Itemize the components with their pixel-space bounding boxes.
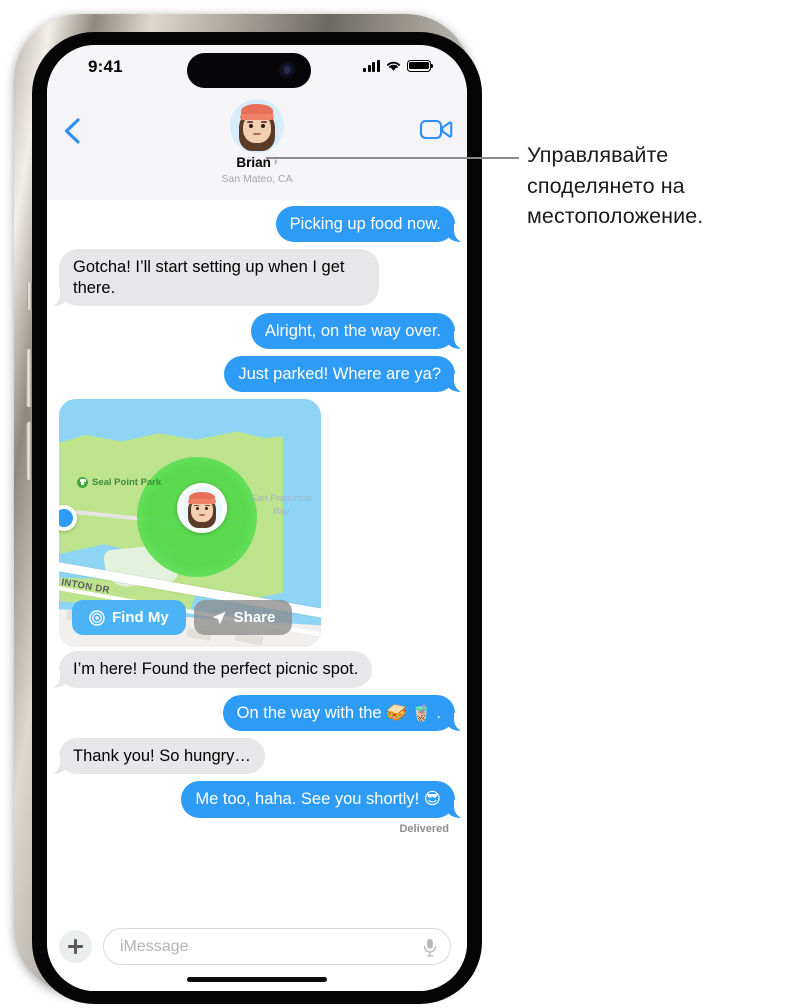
map-action-buttons: Find My Share (72, 600, 293, 636)
front-camera-icon (279, 62, 295, 78)
delivery-status: Delivered (399, 822, 449, 835)
message-text: Just parked! Where are ya? (238, 365, 441, 384)
message-text: Alright, on the way over. (264, 321, 441, 340)
message-row: Picking up food now. (47, 206, 467, 243)
message-thread[interactable]: Picking up food now. Gotcha! I’ll start … (47, 200, 467, 920)
back-chevron-icon (64, 118, 80, 144)
park-label-text: Seal Point Park (92, 477, 162, 489)
callout-leader-line (266, 157, 519, 159)
memoji-illustration (230, 99, 284, 153)
memoji-illustration (181, 487, 223, 529)
message-bubble-incoming[interactable]: I’m here! Found the perfect picnic spot. (49, 651, 373, 688)
message-bubble-outgoing[interactable]: On the way with the 🥪 🧋 . (222, 694, 465, 732)
phone-screen: 9:41 Brian › San Mateo, CA Picking up fo… (47, 45, 467, 991)
facetime-button[interactable] (419, 115, 453, 145)
message-input-bar: iMessage (47, 920, 467, 991)
contact-subtitle: San Mateo, CA (221, 173, 293, 185)
message-row-map: INTON DR Seal Point Park San Francisco B… (47, 399, 467, 648)
home-indicator[interactable] (187, 977, 327, 982)
message-text: Gotcha! I’ll start setting up when I get… (73, 258, 345, 297)
park-label: Seal Point Park (77, 477, 162, 489)
message-text: Picking up food now. (289, 215, 441, 233)
shared-location-map-card[interactable]: INTON DR Seal Point Park San Francisco B… (59, 399, 321, 648)
message-row: Me too, haha. See you shortly! 😎 (47, 781, 467, 818)
bay-label: San Francisco Bay (250, 493, 312, 518)
find-my-label: Find My (112, 609, 169, 627)
message-bubble-outgoing[interactable]: Picking up food now. (275, 206, 465, 243)
back-button[interactable] (55, 113, 91, 149)
plus-attachment-button[interactable] (59, 930, 92, 963)
imessage-placeholder: iMessage (120, 938, 189, 955)
message-row: Thank you! So hungry… (47, 737, 467, 775)
message-row: Gotcha! I’ll start setting up when I get… (47, 249, 467, 306)
message-text: Me too, haha. See you shortly! 😎 (195, 790, 441, 809)
message-row: Just parked! Where are ya? (47, 356, 467, 393)
battery-icon (407, 59, 434, 72)
share-button[interactable]: Share (193, 600, 293, 636)
shared-location-avatar-pin[interactable] (177, 483, 227, 534)
share-arrow-icon (212, 611, 226, 625)
status-bar: 9:41 (47, 45, 467, 95)
message-bubble-outgoing[interactable]: Alright, on the way over. (250, 312, 465, 350)
imessage-input[interactable]: iMessage (103, 928, 451, 965)
phone-frame: 9:41 Brian › San Mateo, CA Picking up fo… (14, 14, 482, 1004)
status-time: 9:41 (88, 57, 123, 76)
message-row: Alright, on the way over. (47, 312, 467, 350)
status-indicators (363, 59, 434, 72)
park-marker-icon (77, 477, 88, 489)
microphone-icon[interactable] (422, 938, 438, 957)
message-bubble-outgoing[interactable]: Me too, haha. See you shortly! 😎 (181, 781, 464, 818)
message-text: On the way with the 🥪 🧋 . (236, 703, 441, 722)
message-text: I’m here! Found the perfect picnic spot. (73, 660, 359, 679)
message-bubble-incoming[interactable]: Gotcha! I’ll start setting up when I get… (50, 249, 379, 306)
facetime-video-icon (419, 119, 453, 140)
find-my-button[interactable]: Find My (72, 600, 186, 636)
avatar[interactable] (230, 99, 284, 153)
message-text: Thank you! So hungry… (73, 746, 251, 765)
message-bubble-outgoing[interactable]: Just parked! Where are ya? (224, 356, 464, 393)
conversation-header: Brian › San Mateo, CA (47, 95, 467, 250)
share-label: Share (233, 609, 276, 627)
cellular-signal-icon (363, 59, 380, 72)
callout-text: Управлявайте споделянето на местоположен… (527, 143, 704, 229)
message-row: I’m here! Found the perfect picnic spot. (47, 651, 467, 688)
message-row: On the way with the 🥪 🧋 . (47, 694, 467, 732)
findmy-target-icon (89, 610, 105, 626)
message-bubble-incoming[interactable]: Thank you! So hungry… (50, 737, 265, 775)
wifi-icon (386, 61, 401, 71)
